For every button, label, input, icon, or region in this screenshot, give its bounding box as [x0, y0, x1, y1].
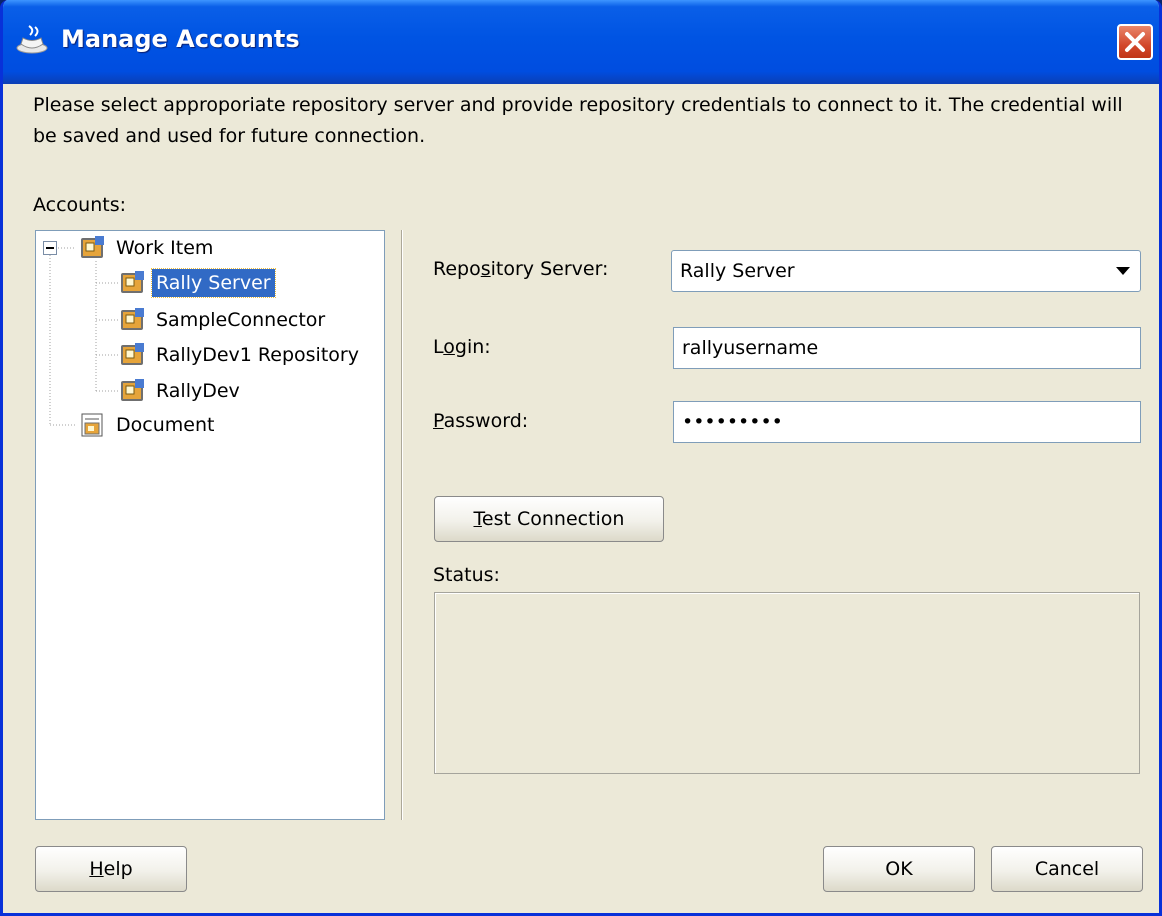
tree-item-rally-server[interactable]: Rally Server: [120, 266, 276, 300]
tree-item-label: SampleConnector: [156, 309, 326, 331]
tree-item-rallydev1-repository[interactable]: RallyDev1 Repository: [120, 338, 363, 372]
label-part: itory Server:: [490, 258, 609, 280]
close-button[interactable]: [1117, 24, 1153, 60]
password-label: Password:: [433, 410, 528, 432]
tree-item-work-item[interactable]: Work Item: [80, 231, 217, 265]
login-input[interactable]: rallyusername: [673, 327, 1141, 369]
repository-icon: [121, 343, 144, 365]
test-connection-button[interactable]: Test Connection: [434, 496, 664, 542]
accounts-label: Accounts:: [33, 194, 127, 216]
dialog-content: Please select approporiate repository se…: [3, 84, 1159, 913]
jdeveloper-cup-icon: [16, 25, 48, 54]
title-bar[interactable]: Manage Accounts: [3, 0, 1159, 84]
chevron-down-icon[interactable]: [1116, 267, 1130, 275]
status-label: Status:: [433, 564, 500, 586]
tree-item-label: Work Item: [116, 237, 214, 259]
repository-server-value: Rally Server: [680, 260, 795, 282]
password-input[interactable]: •••••••••: [673, 401, 1141, 443]
repository-server-label: Repository Server:: [433, 258, 608, 280]
mnemonic-letter: o: [443, 336, 455, 358]
cancel-button[interactable]: Cancel: [991, 846, 1143, 892]
tree-item-document[interactable]: Document: [80, 408, 218, 442]
button-label: est Connection: [481, 508, 625, 530]
close-icon: [1125, 32, 1145, 52]
collapse-toggle[interactable]: [43, 241, 57, 255]
repository-folder-icon: [81, 236, 104, 258]
document-repository-icon: [81, 413, 103, 437]
instructions-text: Please select approporiate repository se…: [33, 94, 1123, 147]
repository-server-select[interactable]: Rally Server: [671, 250, 1141, 292]
repository-icon: [121, 308, 144, 330]
ok-button[interactable]: OK: [823, 846, 975, 892]
panel-separator: [401, 230, 403, 820]
mnemonic-letter: H: [89, 858, 104, 880]
window-title: Manage Accounts: [61, 25, 300, 53]
button-label: elp: [103, 858, 133, 880]
manage-accounts-dialog: Manage Accounts Please select approporia…: [0, 0, 1162, 916]
repository-icon: [121, 379, 144, 401]
label-part: gin:: [454, 336, 491, 358]
tree-item-label: Rally Server: [151, 268, 276, 298]
mnemonic-letter: s: [480, 258, 491, 280]
login-label: Login:: [433, 336, 491, 358]
mnemonic-letter: T: [473, 508, 482, 530]
tree-item-label: RallyDev1 Repository: [156, 344, 359, 366]
repository-icon: [121, 271, 144, 293]
accounts-tree[interactable]: Work Item Rally Server SampleConnector R…: [35, 230, 385, 820]
mnemonic-letter: P: [433, 410, 444, 432]
tree-item-rallydev[interactable]: RallyDev: [120, 374, 244, 408]
tree-item-label: Document: [116, 414, 215, 436]
label-part: assword:: [443, 410, 529, 432]
status-area: [434, 592, 1140, 774]
help-button[interactable]: Help: [35, 846, 187, 892]
label-part: Repo: [433, 258, 481, 280]
tree-item-label: RallyDev: [156, 380, 240, 402]
label-part: L: [433, 336, 444, 358]
tree-item-sampleconnector[interactable]: SampleConnector: [120, 303, 329, 337]
